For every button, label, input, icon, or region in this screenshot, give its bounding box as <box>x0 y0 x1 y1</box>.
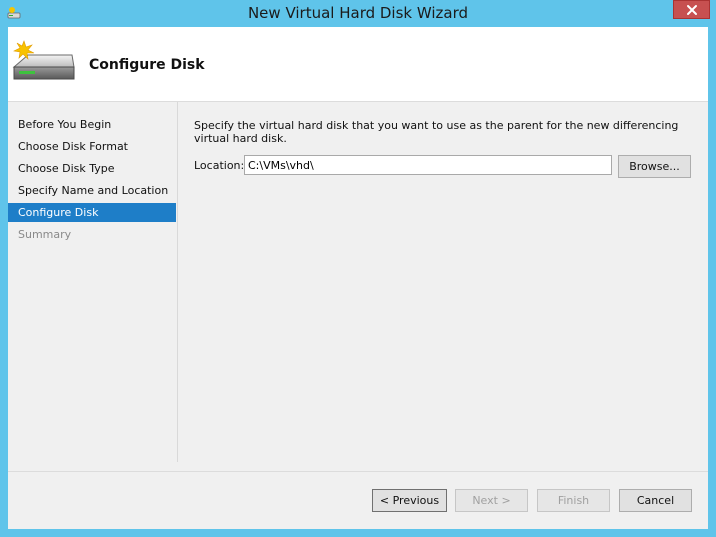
browse-button[interactable]: Browse... <box>618 155 691 178</box>
nav-item-summary: Summary <box>18 228 72 241</box>
nav-item-choose-disk-type[interactable]: Choose Disk Type <box>8 159 176 178</box>
previous-button[interactable]: < Previous <box>372 489 447 512</box>
location-input[interactable] <box>244 155 612 175</box>
nav-item-choose-disk-format[interactable]: Choose Disk Format <box>8 137 176 156</box>
nav-item-configure-disk[interactable]: Configure Disk <box>8 203 176 222</box>
wizard-steps-nav: Before You Begin Choose Disk Format Choo… <box>8 102 178 462</box>
parent-disk-description: Specify the virtual hard disk that you w… <box>194 119 679 145</box>
wizard-client-area: Configure Disk Before You Begin Choose D… <box>8 27 708 529</box>
footer-divider <box>8 471 708 472</box>
hard-disk-icon <box>10 39 76 89</box>
wizard-header: Configure Disk <box>8 27 708 102</box>
title-bar[interactable]: New Virtual Hard Disk Wizard <box>0 0 716 27</box>
page-title: Configure Disk <box>89 57 205 73</box>
location-label: Location: <box>194 159 245 172</box>
nav-item-specify-name-location[interactable]: Specify Name and Location <box>8 181 176 200</box>
window-title: New Virtual Hard Disk Wizard <box>247 4 469 22</box>
cancel-button[interactable]: Cancel <box>619 489 692 512</box>
wizard-window: New Virtual Hard Disk Wizard Configure D… <box>0 0 716 537</box>
close-button[interactable] <box>673 0 710 19</box>
nav-item-before-you-begin[interactable]: Before You Begin <box>8 115 176 134</box>
next-button: Next > <box>455 489 528 512</box>
close-icon <box>686 4 697 15</box>
finish-button: Finish <box>537 489 610 512</box>
